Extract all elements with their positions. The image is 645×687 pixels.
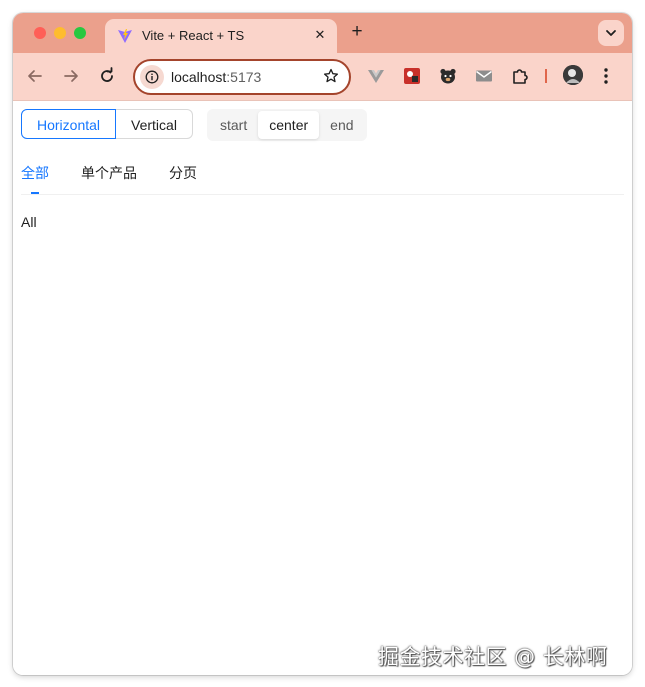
url-host: localhost [171,69,227,85]
avatar-icon[interactable] [563,65,583,85]
bear-extension-icon[interactable] [439,67,457,85]
vite-logo-icon [117,28,133,44]
toolbar-divider [545,69,547,83]
watermark: 掘金技术社区 @ 长林啊 [378,645,608,669]
address-bar[interactable]: localhost:5173 [133,59,351,95]
vertical-radio-button[interactable]: Vertical [116,109,193,139]
page-content: Horizontal Vertical start center end 全部 … [13,100,632,675]
tab-title: Vite + React + TS [142,28,245,43]
mail-icon[interactable] [475,67,493,85]
tab-ink-bar [31,192,39,194]
maximize-window-button[interactable] [74,27,86,39]
tabs-nav: 全部 单个产品 分页 [21,153,624,195]
kebab-menu-icon[interactable] [603,67,609,90]
info-icon[interactable] [140,65,164,89]
tab-panel: All [21,214,37,230]
tab-pagination[interactable]: 分页 [169,163,197,183]
new-tab-icon[interactable]: + [347,22,367,42]
browser-toolbar: localhost:5173 [13,53,632,100]
layout-radio-group: Horizontal Vertical [21,109,193,139]
red-extension-icon[interactable] [403,67,421,85]
tab-search-button[interactable] [598,20,624,46]
star-icon[interactable] [323,68,339,89]
vue-devtools-icon[interactable] [367,67,385,85]
tab-close-icon[interactable]: ✕ [311,26,329,44]
minimize-window-button[interactable] [54,27,66,39]
tab-strip: Vite + React + TS ✕ + [13,13,632,53]
segment-start[interactable]: start [209,111,258,139]
browser-window: Vite + React + TS ✕ + localhost:5173 Hor… [13,13,632,675]
arrow-right-icon[interactable] [61,66,81,86]
horizontal-radio-button[interactable]: Horizontal [21,109,117,139]
url-port: :5173 [226,69,262,85]
segment-center[interactable]: center [258,111,320,139]
arrow-left-icon[interactable] [25,66,45,86]
tab-single-product[interactable]: 单个产品 [81,163,137,183]
segment-end[interactable]: end [319,111,364,139]
puzzle-icon[interactable] [511,67,529,85]
align-segmented-control: start center end [207,109,367,141]
close-window-button[interactable] [34,27,46,39]
reload-icon[interactable] [97,66,117,86]
browser-tab[interactable]: Vite + React + TS ✕ [105,19,337,53]
tab-all[interactable]: 全部 [21,163,49,183]
chevron-down-icon [606,30,616,36]
url-text[interactable]: localhost:5173 [171,69,261,85]
